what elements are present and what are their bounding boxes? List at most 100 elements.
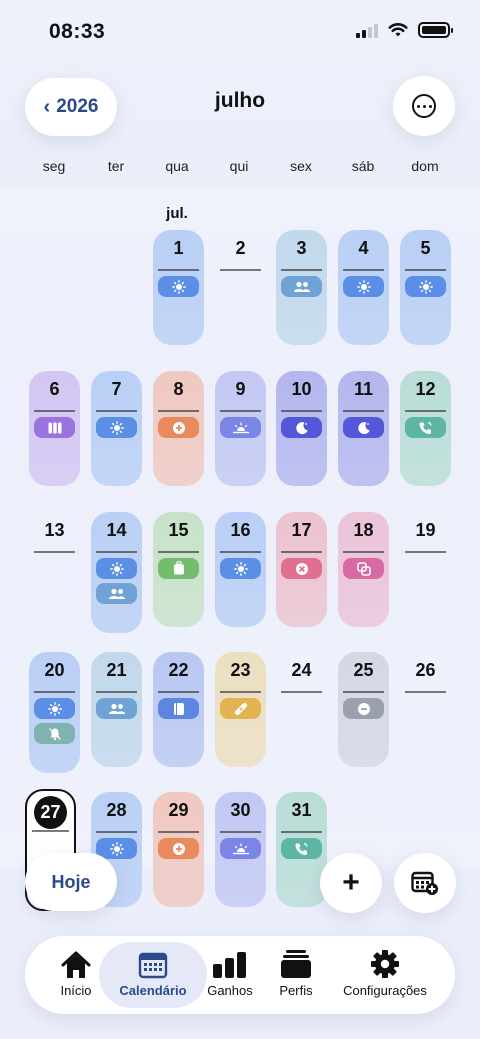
tab-ganhos[interactable]: Ganhos (203, 942, 257, 1008)
luggage-icon (158, 558, 199, 579)
day-separator (34, 410, 75, 412)
day-number: 15 (168, 520, 189, 540)
day-cell[interactable]: 19 (400, 512, 451, 627)
tab-calendario[interactable]: Calendário (99, 942, 207, 1008)
copy-icon (343, 558, 384, 579)
day-cell[interactable]: 15 (153, 512, 204, 627)
day-number: 13 (44, 520, 65, 540)
day-cell[interactable]: 23 (215, 652, 266, 767)
day-cell[interactable]: 11 (338, 371, 389, 486)
add-calendar-button[interactable] (394, 853, 456, 913)
day-separator (158, 831, 199, 833)
day-number: 19 (415, 520, 436, 540)
tab-inicio[interactable]: Início (51, 942, 101, 1008)
day-separator (34, 551, 75, 553)
day-cell[interactable]: 14 (91, 512, 142, 633)
day-separator (405, 269, 446, 271)
day-cell[interactable]: 25 (338, 652, 389, 767)
day-number: 9 (235, 379, 246, 399)
tab-bar: Início Calendário Ganhos Perfis Configur… (25, 936, 455, 1014)
day-cell[interactable]: 12 (400, 371, 451, 486)
day-number: 7 (111, 379, 122, 399)
month-short-label: jul. (166, 205, 188, 222)
phone-icon (281, 838, 322, 859)
day-separator (158, 691, 199, 693)
day-cell[interactable]: 31 (276, 792, 327, 907)
day-cell[interactable]: 21 (91, 652, 142, 767)
more-options-button[interactable] (393, 76, 455, 136)
day-cell[interactable]: 9 (215, 371, 266, 486)
sun-icon (96, 558, 137, 579)
day-separator (343, 551, 384, 553)
day-cell[interactable]: 16 (215, 512, 266, 627)
day-number: 28 (106, 800, 127, 820)
day-cell[interactable]: 6 (29, 371, 80, 486)
calendar-header: ‹ 2026 julho (0, 76, 480, 138)
tab-label: Perfis (279, 983, 313, 998)
day-number: 24 (291, 660, 312, 680)
day-cell[interactable]: 18 (338, 512, 389, 627)
day-separator (343, 410, 384, 412)
day-separator (158, 551, 199, 553)
day-cell[interactable]: 1 (153, 230, 204, 345)
bar-chart-icon (213, 952, 246, 978)
sun-icon (158, 276, 199, 297)
day-separator (220, 551, 261, 553)
moon-icon (281, 417, 322, 438)
status-bar: 08:33 (0, 0, 480, 60)
weekday-label: sex (290, 158, 312, 174)
day-cell[interactable]: 26 (400, 652, 451, 767)
day-separator (281, 691, 322, 693)
day-cell[interactable]: 3 (276, 230, 327, 345)
weekday-label: qui (229, 158, 249, 174)
tab-configuracoes[interactable]: Configurações (335, 942, 435, 1008)
day-number: 12 (415, 379, 436, 399)
plus-circle-icon (158, 417, 199, 438)
sunrise-icon (220, 417, 261, 438)
day-separator (220, 269, 261, 271)
day-separator (281, 831, 322, 833)
tab-perfis[interactable]: Perfis (273, 942, 319, 1008)
sun-icon (96, 417, 137, 438)
day-separator (405, 551, 446, 553)
day-cell[interactable]: 24 (276, 652, 327, 767)
day-number: 16 (230, 520, 251, 540)
weekday-label: dom (411, 158, 439, 174)
weekday-label: qua (165, 158, 189, 174)
day-number: 10 (291, 379, 312, 399)
day-separator (405, 691, 446, 693)
sun-icon (34, 698, 75, 719)
day-separator (96, 831, 137, 833)
weekday-label: seg (42, 158, 66, 174)
status-icons (356, 22, 453, 38)
columns-icon (34, 417, 75, 438)
weekday-header-row: seg ter qua qui sex sáb dom (0, 158, 480, 176)
day-cell[interactable]: 8 (153, 371, 204, 486)
sun-icon (405, 276, 446, 297)
day-cell[interactable]: 13 (29, 512, 80, 627)
day-number: 5 (420, 238, 431, 258)
day-cell[interactable]: 7 (91, 371, 142, 486)
day-cell[interactable]: 20 (29, 652, 80, 773)
x-circle-icon (281, 558, 322, 579)
people-icon (96, 583, 137, 604)
day-cell[interactable]: 10 (276, 371, 327, 486)
day-cell[interactable]: 2 (215, 230, 266, 345)
day-cell[interactable]: 5 (400, 230, 451, 345)
day-cell[interactable]: 4 (338, 230, 389, 345)
add-event-button[interactable]: + (320, 853, 382, 913)
day-cell[interactable]: 17 (276, 512, 327, 627)
day-number: 4 (358, 238, 369, 258)
sun-icon (343, 276, 384, 297)
day-number: 26 (415, 660, 436, 680)
day-separator (343, 691, 384, 693)
day-separator (220, 691, 261, 693)
day-cell[interactable]: 22 (153, 652, 204, 767)
tab-label: Início (60, 983, 92, 998)
day-separator (96, 691, 137, 693)
day-number: 17 (291, 520, 312, 540)
plus-icon: + (342, 866, 360, 899)
day-cell[interactable]: 29 (153, 792, 204, 907)
today-button[interactable]: Hoje (25, 853, 117, 911)
day-cell[interactable]: 30 (215, 792, 266, 907)
